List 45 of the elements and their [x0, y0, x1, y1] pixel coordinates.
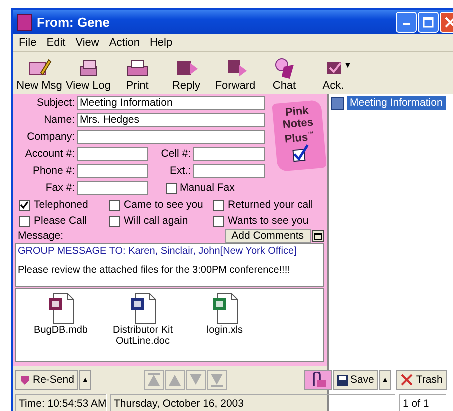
menu-item[interactable]: Help [146, 36, 179, 48]
field-label: Subject: [36, 97, 76, 109]
attachment[interactable]: BugDB.mdb [26, 293, 96, 361]
field-label: Ext.: [168, 165, 192, 177]
checkbox-label: Telephoned [34, 199, 88, 211]
checkbox-label: Wants to see you [228, 215, 309, 227]
message-text: Please review the attached files for the 3:00PM conference!!!! [18, 265, 292, 276]
toolbar-button[interactable]: Forward [211, 57, 260, 92]
dropdown-caret[interactable]: ▼ [344, 61, 352, 70]
trash-button[interactable]: Trash [396, 370, 447, 390]
toolbar-button[interactable]: New Msg [15, 57, 64, 92]
resend-button[interactable]: Re-Send [15, 370, 78, 390]
checkbox-label: Will call again [124, 215, 188, 227]
checkbox-label: Returned your call [228, 199, 314, 211]
toolbar-button[interactable]: View Log [64, 57, 113, 92]
message-header: GROUP MESSAGE TO: Karen, Sinclair, John[New York Office] [18, 246, 298, 257]
toolbar-button[interactable]: Chat [260, 57, 309, 92]
message-box[interactable]: GROUP MESSAGE TO: Karen, Sinclair, John[New York Office] Please review the attached files for the 3:00PM conference!!!! [15, 243, 324, 287]
menu-item[interactable]: View [72, 36, 106, 48]
checkbox-label: Manual Fax [180, 182, 235, 194]
field-label: Fax #: [44, 182, 76, 194]
message-label: Message: [17, 230, 64, 242]
toolbar-button[interactable]: Print [113, 57, 162, 92]
field-label: Cell #: [160, 148, 192, 160]
toolbar-button[interactable]: Reply [162, 57, 211, 92]
status-page: 1 of 1 [399, 394, 447, 411]
window-title: From: Gene [37, 14, 110, 30]
field-label: Account #: [24, 148, 76, 160]
save-button[interactable]: Save [333, 370, 378, 390]
attachment[interactable]: login.xls [190, 293, 260, 361]
field-label: Name: [43, 114, 76, 126]
add-comments-button[interactable]: Add Comments [224, 229, 311, 243]
input-field[interactable]: Mrs. Hedges [77, 113, 265, 127]
menu-item[interactable]: Action [105, 36, 146, 48]
input-field[interactable]: Meeting Information [77, 96, 265, 110]
logo: Pink Notes Plus $^{™}$ [272, 100, 327, 172]
field-label: Phone #: [32, 165, 76, 177]
checkbox-label: Came to see you [124, 199, 204, 211]
status-date: Thursday, October 16, 2003 [110, 394, 396, 411]
field-label: Company: [26, 131, 76, 143]
attachment[interactable]: Distributor Kit OutLine.doc [108, 293, 178, 361]
checkbox-label: Please Call [34, 215, 88, 227]
menu-item[interactable]: File [15, 36, 43, 48]
menu-item[interactable]: Edit [42, 36, 72, 48]
status-time: Time: 10:54:53 AM [15, 394, 107, 411]
